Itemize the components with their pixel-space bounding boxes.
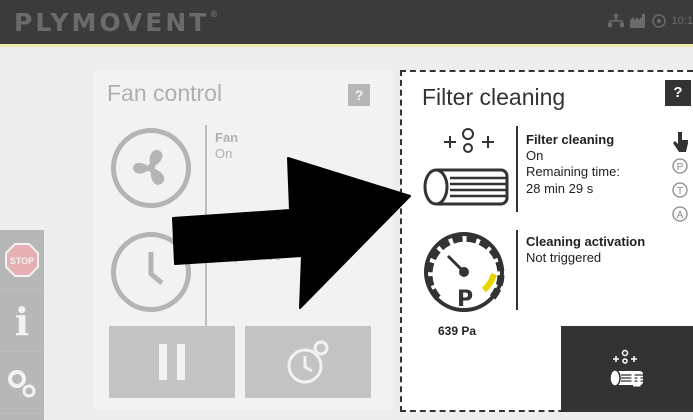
timer-divider xyxy=(205,235,207,335)
remaining-time-label: Remaining time: xyxy=(526,164,620,179)
cleaning-activation-value: Not triggered xyxy=(526,250,602,265)
factory-icon xyxy=(629,14,646,28)
activation-divider xyxy=(516,230,518,310)
clock-icon xyxy=(111,232,191,312)
filter-cleaning-title: Filter cleaning xyxy=(422,84,566,110)
pressure-mode-icon[interactable]: P xyxy=(672,158,688,179)
fan-divider xyxy=(205,125,207,220)
fan-icon xyxy=(111,128,191,208)
status-divider xyxy=(516,126,518,212)
timer-mode-icon[interactable]: T xyxy=(672,182,688,203)
pressure-reading: 639 Pa xyxy=(438,324,477,338)
info-button[interactable]: i xyxy=(0,292,44,352)
status-area: 10:1 xyxy=(607,14,693,28)
filter-cartridge-icon xyxy=(422,124,517,224)
fan-control-title: Fan control xyxy=(107,80,223,106)
fan-value: On xyxy=(215,146,233,161)
top-bar: PLYMOVENT® 10:1 xyxy=(0,0,693,44)
fan-status-icon xyxy=(651,14,666,28)
filter-cleaning-icon xyxy=(609,349,643,387)
filter-cleaning-status-label: Filter cleaning xyxy=(526,132,615,147)
auto-mode-icon[interactable]: A xyxy=(672,206,688,227)
clock-time: 10:1 xyxy=(671,15,693,27)
svg-text:T: T xyxy=(677,186,683,197)
svg-text:P: P xyxy=(677,162,684,173)
stop-icon: STOP xyxy=(5,242,39,277)
settings-button[interactable] xyxy=(0,354,44,414)
touch-icon[interactable] xyxy=(670,130,690,159)
gauge-letter: P xyxy=(457,287,473,312)
network-icon xyxy=(607,14,624,28)
weekly-timer-label: Weekly tim xyxy=(215,232,283,247)
filter-help-button[interactable]: ? xyxy=(665,80,691,106)
remaining-time-value: 28 min 29 s xyxy=(526,181,594,196)
settings-icon xyxy=(8,369,36,397)
filter-cleaning-status-value: On xyxy=(526,148,544,163)
fan-control-panel: Fan control ? Fan On Weekly tim Stop: 17… xyxy=(93,70,393,410)
weekly-timer-value: Stop: 17:00 xyxy=(215,248,282,263)
svg-text:A: A xyxy=(677,210,684,221)
start-cleaning-button[interactable] xyxy=(561,326,693,412)
sidebar: STOP i xyxy=(0,230,44,420)
screen: PLYMOVENT® 10:1 Fan control ? Fan On Wee… xyxy=(0,0,693,420)
info-icon: i xyxy=(14,299,30,344)
pause-button[interactable] xyxy=(109,326,235,398)
svg-text:STOP: STOP xyxy=(10,256,34,266)
pressure-gauge-icon: P xyxy=(422,228,508,329)
fan-label: Fan xyxy=(215,130,239,145)
cleaning-activation-label: Cleaning activation xyxy=(526,234,646,249)
fan-help-button[interactable]: ? xyxy=(348,84,370,106)
filter-cleaning-panel: Filter cleaning ? Filter cleaning On Rem… xyxy=(400,70,693,412)
timer-settings-button[interactable] xyxy=(245,326,371,398)
stop-button[interactable]: STOP xyxy=(0,230,44,290)
brand-logo: PLYMOVENT® xyxy=(14,8,219,37)
